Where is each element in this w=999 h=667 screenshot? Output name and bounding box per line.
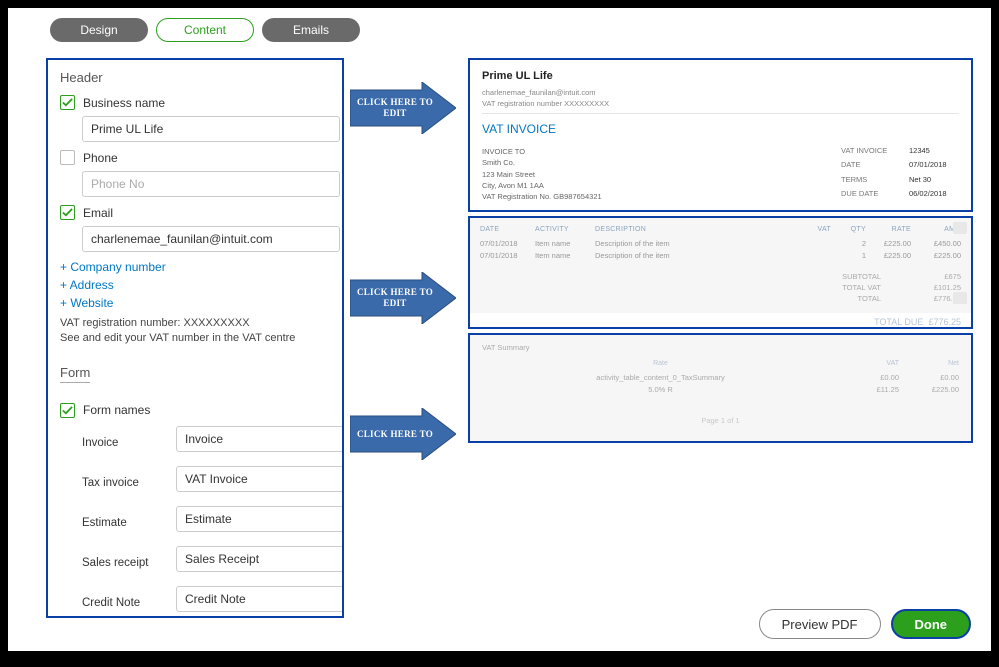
business-name-input[interactable] — [82, 116, 340, 142]
credit-note-name-input[interactable] — [176, 586, 344, 612]
email-label: Email — [83, 206, 113, 220]
table-row: 5.0% R £11.25 £225.00 — [482, 385, 959, 394]
form-names-label: Form names — [83, 403, 150, 417]
arrow-label: CLICK HERE TO — [350, 408, 456, 460]
arrow-icon: CLICK HERE TO — [350, 408, 456, 460]
table-row: 07/01/2018 Item name Description of the … — [480, 251, 961, 260]
phone-checkbox[interactable] — [60, 150, 75, 165]
form-section-title: Form — [60, 365, 90, 383]
editor-window: Design Content Emails Header Business na… — [8, 8, 991, 651]
table-row: 07/01/2018 Item name Description of the … — [480, 239, 961, 248]
preview-pdf-button[interactable]: Preview PDF — [759, 609, 881, 639]
add-website-link[interactable]: + Website — [60, 296, 330, 310]
add-address-link[interactable]: + Address — [60, 278, 330, 292]
business-name-label: Business name — [83, 96, 165, 110]
footer-actions: Preview PDF Done — [759, 609, 971, 639]
email-checkbox[interactable] — [60, 205, 75, 220]
add-company-number-link[interactable]: + Company number — [60, 260, 330, 274]
preview-billto: INVOICE TO Smith Co. 123 Main Street Cit… — [482, 146, 602, 202]
preview-company: Prime UL Life — [482, 70, 959, 82]
preview-email-line: charlenemae_faunilan@intuit.com — [482, 88, 959, 99]
tab-emails[interactable]: Emails — [262, 18, 360, 42]
header-section-title: Header — [60, 70, 330, 85]
vat-summary-title: VAT Summary — [482, 343, 959, 352]
table-row: activity_table_content_0_TaxSummary £0.0… — [482, 373, 959, 382]
vat-helper-text: VAT registration number: XXXXXXXXX See a… — [60, 316, 330, 346]
form-names-checkbox[interactable] — [60, 403, 75, 418]
business-name-checkbox[interactable] — [60, 95, 75, 110]
tax-invoice-name-label: Tax invoice — [82, 477, 166, 489]
phone-input[interactable] — [82, 171, 340, 197]
estimate-name-label: Estimate — [82, 517, 166, 529]
sales-receipt-name-label: Sales receipt — [82, 557, 166, 569]
phone-label: Phone — [83, 151, 118, 165]
preview-table-box[interactable]: DATE ACTIVITY DESCRIPTION VAT QTY RATE A… — [468, 216, 973, 329]
preview-vat-line: VAT registration number XXXXXXXXX — [482, 99, 959, 110]
email-input[interactable] — [82, 226, 340, 252]
tab-content[interactable]: Content — [156, 18, 254, 42]
settings-panel: Header Business name Phone Email + Compa… — [46, 58, 344, 618]
pencil-icon[interactable] — [953, 292, 967, 304]
tax-invoice-name-input[interactable] — [176, 466, 344, 492]
sales-receipt-name-input[interactable] — [176, 546, 344, 572]
invoice-name-label: Invoice — [82, 437, 166, 449]
tab-design[interactable]: Design — [50, 18, 148, 42]
preview-summary-box[interactable]: VAT Summary Rate VAT Net activity_table_… — [468, 333, 973, 443]
done-button[interactable]: Done — [891, 609, 972, 639]
invoice-name-input[interactable] — [176, 426, 344, 452]
tab-bar: Design Content Emails — [8, 8, 991, 50]
invoice-preview: Prime UL Life charlenemae_faunilan@intui… — [468, 58, 973, 447]
pager-text: Page 1 of 1 — [482, 416, 959, 425]
arrow-icon: CLICK HERE TO EDIT — [350, 272, 456, 324]
arrow-label: CLICK HERE TO EDIT — [350, 82, 456, 134]
preview-total-due: TOTAL DUE £776.25 — [470, 317, 971, 327]
estimate-name-input[interactable] — [176, 506, 344, 532]
arrow-label: CLICK HERE TO EDIT — [350, 272, 456, 324]
preview-header-box[interactable]: Prime UL Life charlenemae_faunilan@intui… — [468, 58, 973, 212]
preview-meta-grid: VAT INVOICE12345 DATE07/01/2018 TERMSNet… — [841, 146, 959, 202]
arrow-icon: CLICK HERE TO EDIT — [350, 82, 456, 134]
preview-doc-title: VAT INVOICE — [482, 122, 959, 136]
pencil-icon[interactable] — [953, 222, 967, 234]
credit-note-name-label: Credit Note — [82, 597, 166, 609]
